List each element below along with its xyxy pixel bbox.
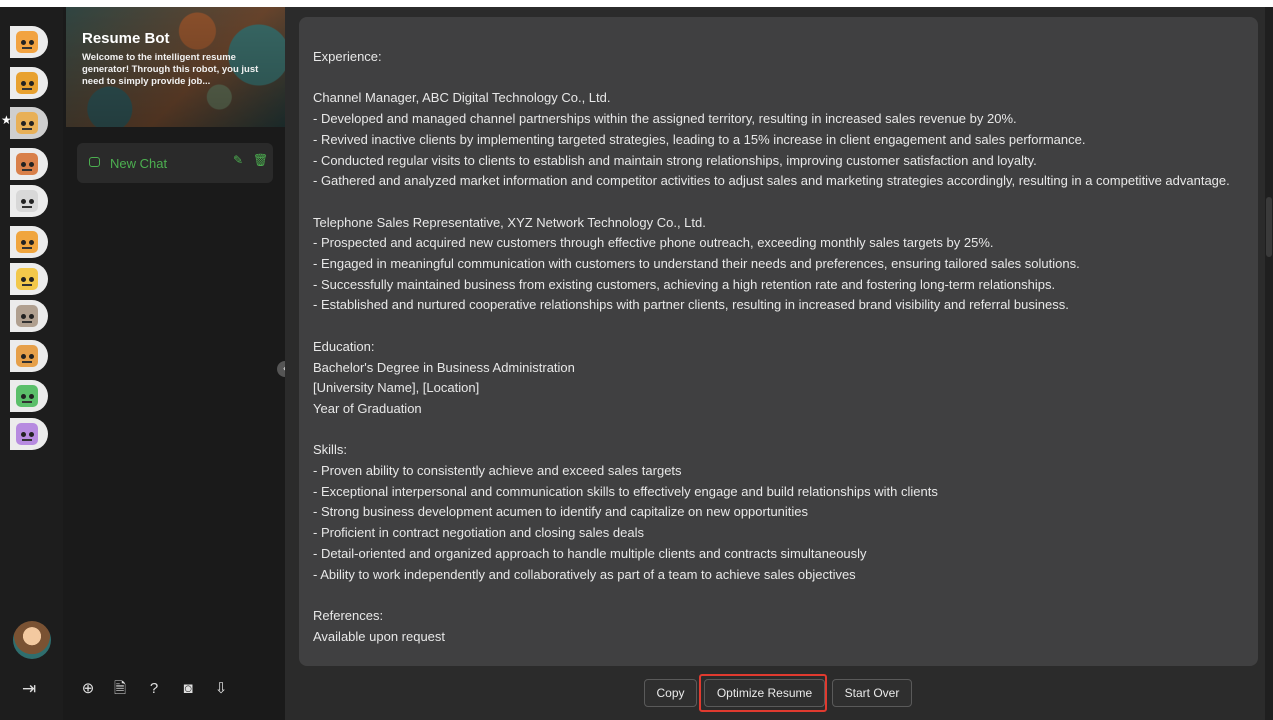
bot-1-icon[interactable]: [10, 26, 48, 58]
optimize-resume-button[interactable]: Optimize Resume: [704, 679, 825, 707]
start-over-button[interactable]: Start Over: [832, 679, 912, 707]
robot-face-icon: [16, 385, 38, 407]
bot-title: Resume Bot: [82, 30, 170, 47]
copy-button[interactable]: Copy: [644, 679, 697, 707]
bot-8-icon[interactable]: [10, 300, 48, 332]
robot-face-icon: [16, 231, 38, 253]
bot-11-icon[interactable]: [10, 418, 48, 450]
favorite-star-icon: ★: [1, 113, 12, 127]
chat-item-label: New Chat: [110, 156, 168, 171]
bot-9-icon[interactable]: [10, 340, 48, 372]
robot-face-icon: [16, 31, 38, 53]
camera-icon[interactable]: ◙: [178, 679, 198, 699]
bot-rail: ★ ⇥: [0, 7, 63, 720]
bot-6-icon[interactable]: [10, 226, 48, 258]
document-icon[interactable]: 🗎: [110, 679, 130, 699]
sidebar: Resume Bot Welcome to the intelligent re…: [63, 7, 285, 720]
bot-banner: Resume Bot Welcome to the intelligent re…: [66, 7, 285, 127]
chat-item-new-chat[interactable]: New Chat ✎ 🗑: [77, 143, 273, 183]
robot-face-icon: [16, 268, 38, 290]
action-bar: Copy Optimize Resume Start Over: [285, 677, 1273, 707]
robot-face-icon: [16, 345, 38, 367]
robot-face-icon: [16, 153, 38, 175]
download-icon[interactable]: ⇩: [211, 679, 231, 699]
resume-text: Experience: Channel Manager, ABC Digital…: [313, 49, 1230, 644]
bot-10-icon[interactable]: [10, 380, 48, 412]
user-avatar[interactable]: [13, 621, 51, 659]
scrollbar-thumb[interactable]: [1266, 197, 1272, 257]
robot-face-icon: [16, 305, 38, 327]
chat-main: Experience: Channel Manager, ABC Digital…: [285, 7, 1273, 720]
logout-icon[interactable]: ⇥: [22, 679, 42, 699]
robot-face-icon: [16, 72, 38, 94]
app-window: ★ ⇥ Resume Bot Welcome to the intelligen…: [0, 7, 1273, 720]
bot-7-icon[interactable]: [10, 263, 48, 295]
bot-3-icon[interactable]: [10, 107, 48, 139]
robot-face-icon: [16, 423, 38, 445]
bot-message: Experience: Channel Manager, ABC Digital…: [299, 17, 1258, 666]
new-chat-icon[interactable]: ⊕: [78, 679, 98, 699]
help-icon[interactable]: ?: [144, 679, 164, 699]
robot-face-icon: [16, 190, 38, 212]
sidebar-footer: ⊕ 🗎 ? ◙ ⇩: [63, 669, 285, 720]
scrollbar[interactable]: [1265, 7, 1273, 720]
bot-2-icon[interactable]: [10, 67, 48, 99]
robot-face-icon: [16, 112, 38, 134]
bot-description: Welcome to the intelligent resume genera…: [82, 52, 259, 87]
bot-4-icon[interactable]: [10, 148, 48, 180]
delete-icon[interactable]: 🗑: [253, 153, 268, 167]
chat-bubble-icon: [89, 157, 100, 167]
edit-icon[interactable]: ✎: [233, 153, 243, 167]
bot-5-icon[interactable]: [10, 185, 48, 217]
